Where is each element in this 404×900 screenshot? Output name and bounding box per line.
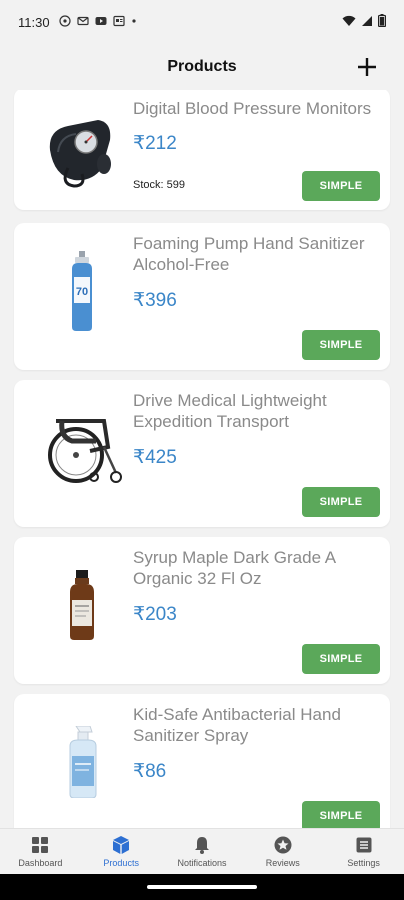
syrup-bottle-image bbox=[70, 570, 94, 640]
spray-bottle-image bbox=[69, 726, 97, 798]
product-name: Foaming Pump Hand Sanitizer Alcohol-Free bbox=[133, 234, 365, 274]
nav-item-dashboard[interactable]: Dashboard bbox=[0, 829, 81, 874]
blood-pressure-monitor-image bbox=[49, 120, 111, 188]
product-name: Drive Medical Lightweight Expedition Tra… bbox=[133, 391, 327, 431]
product-image bbox=[32, 557, 132, 653]
nav-label: Reviews bbox=[265, 858, 300, 868]
nav-item-reviews[interactable]: Reviews bbox=[242, 829, 323, 874]
nav-item-notifications[interactable]: Notifications bbox=[162, 829, 243, 874]
settings-list-icon bbox=[356, 837, 372, 853]
wheelchair-image bbox=[48, 419, 122, 483]
product-price: ₹86 bbox=[133, 761, 167, 782]
battery-icon bbox=[377, 14, 387, 30]
page-title: Products bbox=[167, 58, 237, 75]
product-image: 70 bbox=[32, 243, 132, 339]
product-price: ₹203 bbox=[133, 604, 177, 625]
product-image bbox=[32, 714, 132, 810]
nav-item-products[interactable]: Products bbox=[81, 829, 162, 874]
whatsapp-icon bbox=[58, 14, 71, 30]
plus-icon bbox=[358, 58, 376, 76]
wifi-icon bbox=[342, 15, 356, 30]
product-type-button[interactable]: SIMPLE bbox=[302, 487, 380, 517]
status-right bbox=[342, 14, 387, 30]
product-type-button[interactable]: SIMPLE bbox=[302, 171, 380, 201]
sanitizer-bottle-image: 70 bbox=[72, 251, 92, 331]
nav-label: Notifications bbox=[177, 858, 227, 868]
add-product-button[interactable] bbox=[352, 52, 382, 82]
product-name: Syrup Maple Dark Grade A Organic 32 Fl O… bbox=[133, 548, 336, 588]
status-time: 11:30 bbox=[18, 14, 50, 30]
bell-icon bbox=[194, 837, 209, 854]
system-gesture-bar bbox=[0, 874, 404, 900]
nav-label: Settings bbox=[347, 858, 380, 868]
product-image bbox=[32, 400, 132, 496]
nav-label: Dashboard bbox=[18, 858, 63, 868]
product-name: Digital Blood Pressure Monitors bbox=[133, 99, 372, 118]
svg-text:70: 70 bbox=[76, 286, 88, 298]
cube-icon bbox=[113, 836, 130, 854]
product-price: ₹396 bbox=[133, 290, 177, 311]
home-gesture-handle[interactable] bbox=[147, 885, 257, 889]
product-type-button[interactable]: SIMPLE bbox=[302, 330, 380, 360]
product-name: Kid-Safe Antibacterial Hand Sanitizer Sp… bbox=[133, 705, 341, 745]
bottom-nav: Dashboard Products Notifications Reviews… bbox=[0, 828, 404, 874]
news-icon bbox=[112, 15, 125, 30]
signal-icon bbox=[361, 15, 373, 30]
product-card[interactable]: 70 Foaming Pump Hand Sanitizer Alcohol-F… bbox=[14, 223, 390, 370]
gmail-icon bbox=[76, 15, 89, 30]
dashboard-icon bbox=[32, 837, 49, 853]
nav-item-settings[interactable]: Settings bbox=[323, 829, 404, 874]
product-image bbox=[32, 102, 132, 198]
product-stock: Stock: 599 bbox=[133, 179, 185, 191]
product-price: ₹425 bbox=[133, 447, 177, 468]
youtube-icon bbox=[95, 15, 107, 30]
nav-label: Products bbox=[103, 858, 139, 868]
dot-icon bbox=[131, 15, 137, 30]
app-bar: Products bbox=[0, 44, 404, 90]
product-card[interactable]: Kid-Safe Antibacterial Hand Sanitizer Sp… bbox=[14, 694, 390, 828]
product-type-button[interactable]: SIMPLE bbox=[302, 644, 380, 674]
product-price: ₹212 bbox=[133, 133, 177, 154]
product-card[interactable]: Syrup Maple Dark Grade A Organic 32 Fl O… bbox=[14, 537, 390, 684]
product-card[interactable]: Digital Blood Pressure Monitors ₹212 Sto… bbox=[14, 90, 390, 210]
product-list[interactable]: Digital Blood Pressure Monitors ₹212 Sto… bbox=[0, 90, 404, 828]
status-bar: 11:30 bbox=[0, 0, 404, 44]
star-badge-icon bbox=[274, 836, 292, 854]
product-card[interactable]: Drive Medical Lightweight Expedition Tra… bbox=[14, 380, 390, 527]
product-type-button[interactable]: SIMPLE bbox=[302, 801, 380, 828]
status-left: 11:30 bbox=[18, 15, 137, 30]
